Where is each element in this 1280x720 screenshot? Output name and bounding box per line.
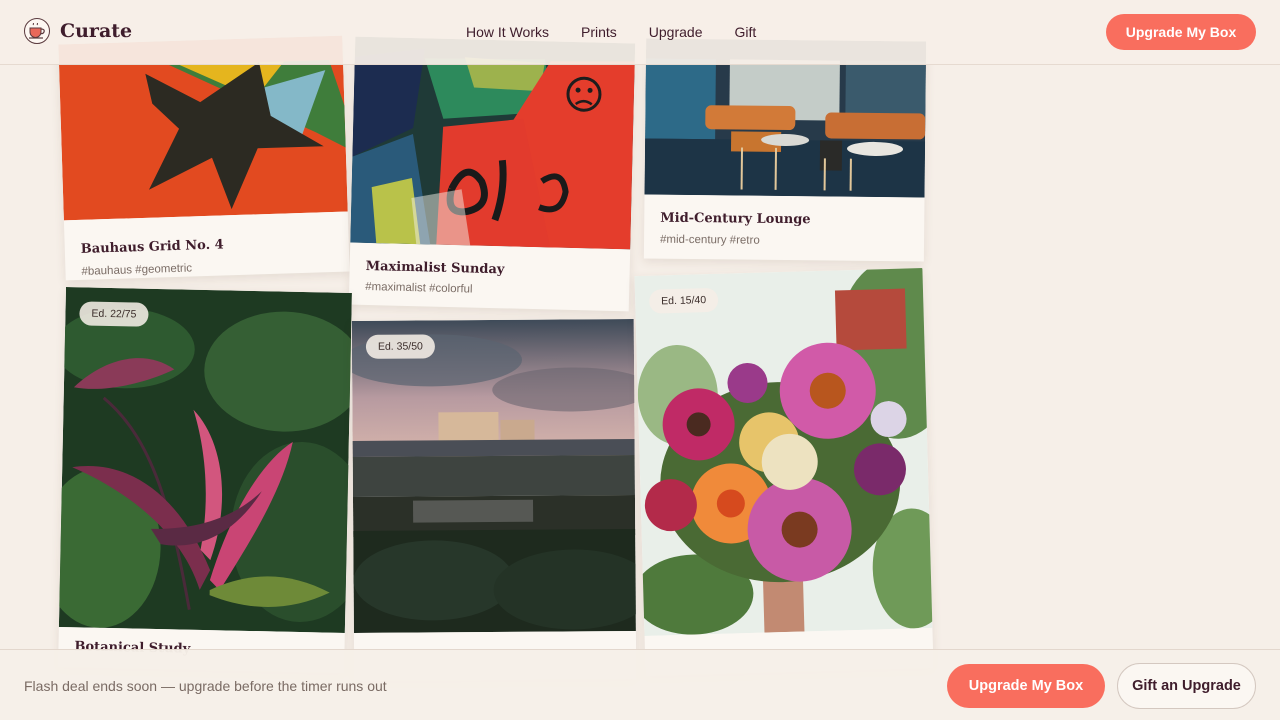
art-gallery: Bauhaus Grid No. 4 #bauhaus #geometric M… (0, 0, 1280, 720)
art-card-bauhaus[interactable]: Bauhaus Grid No. 4 #bauhaus #geometric (58, 35, 350, 281)
card-tags: #maximalist #colorful (365, 280, 473, 296)
art-card-flowers[interactable]: Ed. 15/40 (634, 268, 934, 676)
card-tags: #bauhaus #geometric (81, 262, 193, 278)
artwork-image: Ed. 15/40 (634, 268, 933, 636)
artwork-image: Ed. 35/50 (351, 319, 636, 633)
header-upgrade-button[interactable]: Upgrade My Box (1106, 14, 1256, 50)
artwork-image: Ed. 22/75 (58, 287, 352, 633)
edition-badge: Ed. 22/75 (79, 301, 149, 327)
card-title: Mid-Century Lounge (660, 210, 811, 228)
card-tags: #mid-century #retro (659, 233, 760, 247)
art-card-botanical[interactable]: Ed. 22/75 Botanical Study (58, 287, 352, 673)
teacup-icon (24, 18, 50, 44)
main-nav: How It Works Prints Upgrade Gift (466, 24, 756, 40)
art-card-mid-century[interactable]: Mid-Century Lounge #mid-century #retro (643, 38, 927, 262)
promo-message: Flash deal ends soon — upgrade before th… (24, 678, 387, 694)
footer-upgrade-button[interactable]: Upgrade My Box (947, 664, 1105, 708)
nav-upgrade[interactable]: Upgrade (649, 24, 703, 40)
gift-upgrade-button[interactable]: Gift an Upgrade (1117, 663, 1256, 709)
brand-logo[interactable]: Curate (24, 18, 132, 44)
artwork-image (350, 36, 636, 250)
card-title: Maximalist Sunday (365, 258, 505, 278)
nav-how-it-works[interactable]: How It Works (466, 24, 549, 40)
nav-gift[interactable]: Gift (734, 24, 756, 40)
nav-prints[interactable]: Prints (581, 24, 617, 40)
site-header: Curate How It Works Prints Upgrade Gift … (0, 0, 1280, 65)
card-title: Bauhaus Grid No. 4 (80, 237, 224, 257)
promo-bar: Flash deal ends soon — upgrade before th… (0, 649, 1280, 720)
brand-name: Curate (60, 20, 133, 42)
art-card-maximalist[interactable]: Maximalist Sunday #maximalist #colorful (348, 36, 636, 312)
art-card-architecture[interactable]: Ed. 35/50 (351, 319, 637, 681)
edition-badge: Ed. 35/50 (365, 334, 435, 359)
edition-badge: Ed. 15/40 (648, 287, 719, 314)
